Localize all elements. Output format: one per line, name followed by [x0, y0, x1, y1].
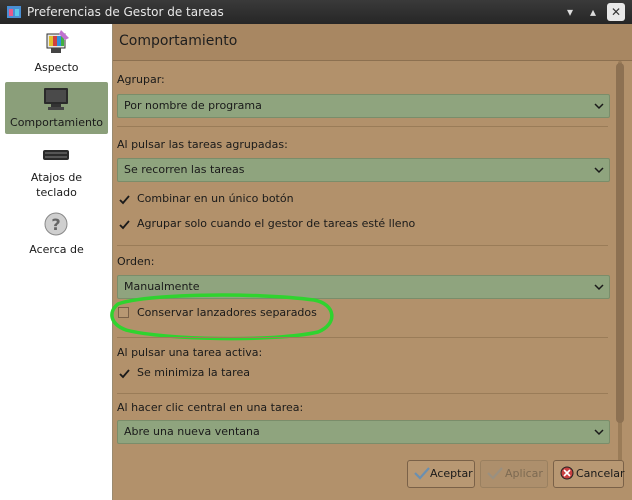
sidebar-item-label: Comportamiento — [10, 116, 103, 129]
chevron-down-icon — [594, 167, 604, 174]
scrollbar-thumb[interactable] — [616, 63, 624, 423]
title-bar[interactable]: Preferencias de Gestor de tareas ▾ ▴ ✕ — [0, 0, 632, 24]
cancel-button-label: Cancelar — [576, 467, 625, 480]
group-label: Agrupar: — [117, 73, 165, 86]
minimize-task-checkbox[interactable]: Se minimiza la tarea — [113, 365, 413, 381]
check-icon — [414, 467, 430, 480]
keyboard-icon — [43, 150, 69, 160]
middle-click-combo-value: Abre una nueva ventana — [124, 425, 260, 438]
sidebar-item-comportamiento[interactable]: Comportamiento — [5, 82, 108, 134]
active-click-label: Al pulsar una tarea activa: — [117, 346, 263, 359]
separator — [117, 126, 608, 127]
middle-click-combo[interactable]: Abre una nueva ventana — [117, 420, 610, 444]
monitor-icon — [44, 88, 68, 110]
sidebar-item-acerca[interactable]: ? Acerca de — [5, 208, 108, 260]
sidebar-item-atajos[interactable]: Atajos de teclado — [5, 140, 108, 202]
page-title: Comportamiento — [119, 33, 238, 49]
app-icon — [7, 6, 21, 18]
chevron-down-icon — [594, 429, 604, 436]
grouped-click-combo[interactable]: Se recorren las tareas — [117, 158, 610, 182]
separator — [117, 393, 608, 394]
apply-button[interactable]: Aplicar — [480, 460, 548, 488]
sidebar-item-label: Atajos de teclado — [30, 171, 83, 199]
minimize-task-label: Se minimiza la tarea — [137, 366, 250, 379]
checkmark-icon — [119, 195, 130, 205]
accept-button-label: Aceptar — [430, 467, 473, 480]
sidebar: Aspecto Comportamiento Atajos de teclado… — [0, 24, 113, 500]
combine-button-label: Combinar en un único botón — [137, 192, 294, 205]
grouped-click-label: Al pulsar las tareas agrupadas: — [117, 138, 288, 151]
chevron-down-icon — [594, 103, 604, 110]
chevron-down-icon — [594, 284, 604, 291]
group-combo-value: Por nombre de programa — [124, 99, 262, 112]
middle-click-label: Al hacer clic central en una tarea: — [117, 401, 304, 414]
check-icon — [487, 467, 503, 480]
cancel-icon — [560, 466, 574, 480]
minimize-icon[interactable]: ▾ — [561, 3, 579, 21]
svg-text:?: ? — [51, 215, 60, 234]
page-header: Comportamiento — [113, 24, 632, 61]
separator — [117, 245, 608, 246]
sidebar-item-label: Acerca de — [29, 243, 84, 256]
checkmark-icon — [119, 369, 130, 379]
main-panel: Comportamiento Agrupar: Por nombre de pr… — [110, 24, 632, 500]
vertical-scrollbar[interactable] — [615, 61, 625, 476]
accept-button[interactable]: Aceptar — [407, 460, 475, 488]
checkmark-icon — [119, 220, 130, 230]
sidebar-item-aspecto[interactable]: Aspecto — [5, 26, 108, 78]
apply-button-label: Aplicar — [505, 467, 543, 480]
help-icon: ? — [44, 212, 68, 236]
settings-scroll-area[interactable]: Agrupar: Por nombre de programa Al pulsa… — [110, 61, 632, 476]
group-when-full-checkbox[interactable]: Agrupar solo cuando el gestor de tareas … — [113, 216, 533, 232]
window-title: Preferencias de Gestor de tareas — [27, 5, 224, 19]
appearance-icon — [46, 30, 69, 53]
order-label: Orden: — [117, 255, 155, 268]
group-combo[interactable]: Por nombre de programa — [117, 94, 610, 118]
separator — [117, 337, 608, 338]
close-icon[interactable]: ✕ — [607, 3, 625, 21]
group-when-full-label: Agrupar solo cuando el gestor de tareas … — [137, 217, 416, 230]
sidebar-item-label: Aspecto — [34, 61, 79, 74]
maximize-icon[interactable]: ▴ — [584, 3, 602, 21]
highlight-ring — [110, 293, 334, 341]
cancel-button[interactable]: Cancelar — [553, 460, 625, 488]
preferences-window: Preferencias de Gestor de tareas ▾ ▴ ✕ A… — [0, 0, 632, 500]
combine-button-checkbox[interactable]: Combinar en un único botón — [113, 191, 513, 207]
grouped-click-combo-value: Se recorren las tareas — [124, 163, 245, 176]
